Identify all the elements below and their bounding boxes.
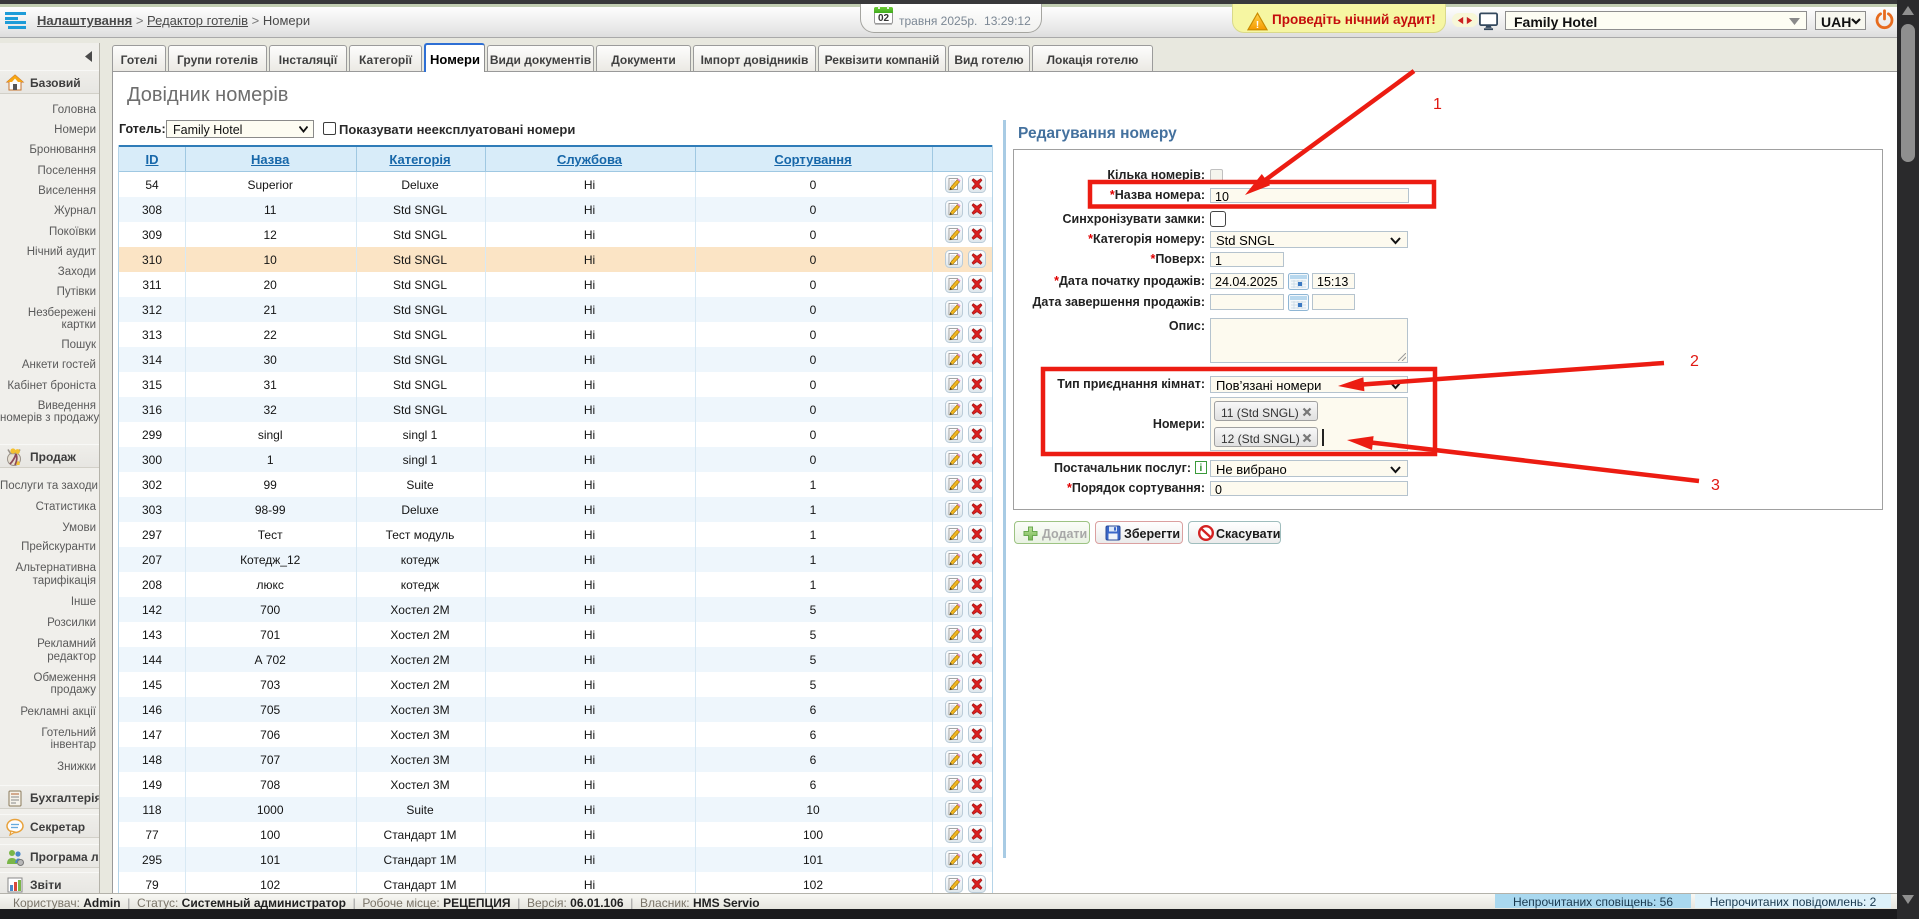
svg-text:!: ! — [1256, 19, 1260, 31]
